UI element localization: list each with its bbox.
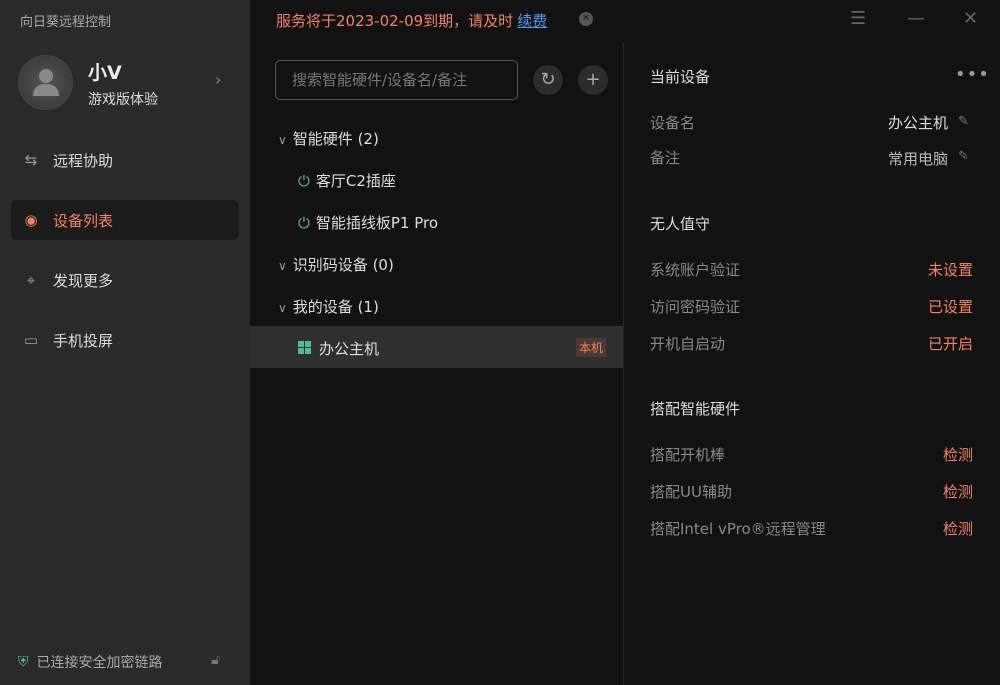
group-id-devices[interactable]: ∨ 识别码设备 (0): [278, 254, 394, 275]
power-icon: ⏻: [298, 172, 310, 190]
expiry-banner: 服务将于2023-02-09到期，请及时续费: [276, 10, 547, 31]
group-label: 智能硬件 (2): [293, 130, 379, 148]
nav-label: 设备列表: [53, 210, 113, 231]
avatar[interactable]: [18, 55, 73, 110]
device-name-label: 设备名: [650, 112, 695, 133]
group-smart-hardware[interactable]: ∨ 智能硬件 (2): [278, 128, 379, 149]
satellite-icon: ⌖: [21, 271, 41, 289]
note-label: 备注: [650, 147, 680, 168]
add-button[interactable]: +: [578, 65, 608, 95]
group-label: 识别码设备 (0): [293, 256, 394, 274]
row-label: 系统账户验证: [650, 259, 740, 280]
chevron-right-icon[interactable]: ›: [215, 70, 221, 89]
nav-screen-cast[interactable]: ▭ 手机投屏: [11, 320, 239, 360]
refresh-button[interactable]: ↻: [533, 65, 563, 95]
remote-assist-icon: ⇆: [21, 151, 41, 169]
nav-label: 手机投屏: [53, 330, 113, 351]
search-input[interactable]: [275, 60, 518, 100]
device-list-icon: ◉: [21, 211, 41, 229]
edit-icon[interactable]: ✎: [958, 114, 969, 129]
row-label: 搭配Intel vPro®远程管理: [650, 518, 826, 539]
security-status: ⛨ 已连接安全加密链路: [18, 652, 163, 672]
row-label: 开机自启动: [650, 333, 725, 354]
chevron-down-icon: ∨: [278, 301, 287, 315]
windows-icon: [298, 341, 311, 354]
hardware-title: 搭配智能硬件: [650, 398, 740, 419]
menu-icon[interactable]: ☰: [850, 8, 866, 29]
row-value[interactable]: 已设置: [928, 296, 973, 317]
security-status-text: 已连接安全加密链路: [37, 652, 163, 672]
banner-close-icon[interactable]: ✕: [579, 12, 593, 26]
item-label: 客厅C2插座: [316, 172, 396, 190]
detect-link[interactable]: 检测: [943, 518, 973, 539]
screen-cast-icon: ▭: [21, 331, 41, 349]
app-title: 向日葵远程控制: [20, 11, 111, 30]
item-label: 智能插线板P1 Pro: [316, 214, 438, 232]
more-icon[interactable]: •••: [955, 64, 990, 85]
detail-title: 当前设备: [650, 66, 710, 87]
list-item[interactable]: ⏻ 智能插线板P1 Pro: [298, 212, 438, 233]
list-item[interactable]: ⏻ 客厅C2插座: [298, 170, 396, 191]
nav-device-list[interactable]: ◉ 设备列表: [11, 200, 239, 240]
detect-link[interactable]: 检测: [943, 481, 973, 502]
row-value[interactable]: 未设置: [928, 259, 973, 280]
note-value: 常用电脑: [888, 148, 948, 169]
banner-text: 服务将于2023-02-09到期，请及时: [276, 12, 513, 30]
user-name: 小V: [88, 58, 122, 85]
item-label: 办公主机: [319, 338, 379, 359]
minimize-icon[interactable]: —: [907, 8, 925, 29]
close-icon[interactable]: ✕: [963, 8, 978, 29]
user-icon: [31, 66, 61, 98]
renew-link[interactable]: 续费: [517, 12, 547, 30]
chevron-down-icon: ∨: [278, 133, 287, 147]
row-value[interactable]: 已开启: [928, 333, 973, 354]
list-item-selected[interactable]: 办公主机 本机: [250, 326, 624, 368]
shield-check-icon: ⛨: [18, 654, 29, 670]
row-label: 搭配UU辅助: [650, 481, 732, 502]
chevron-down-icon: ∨: [278, 259, 287, 273]
user-plan: 游戏版体验: [88, 89, 158, 109]
device-name-value: 办公主机: [888, 112, 948, 133]
nav-label: 远程协助: [53, 150, 113, 171]
detect-link[interactable]: 检测: [943, 444, 973, 465]
power-icon: ⏻: [298, 214, 310, 232]
nav-remote-assist[interactable]: ⇆ 远程协助: [11, 140, 239, 180]
divider: [623, 42, 624, 685]
nav-discover[interactable]: ⌖ 发现更多: [11, 260, 239, 300]
row-label: 访问密码验证: [650, 296, 740, 317]
group-my-devices[interactable]: ∨ 我的设备 (1): [278, 296, 379, 317]
lock-icon[interactable]: 🔓︎: [211, 652, 220, 668]
row-label: 搭配开机棒: [650, 444, 725, 465]
local-badge: 本机: [576, 338, 606, 357]
sidebar: 向日葵远程控制 小V 游戏版体验 › ⇆ 远程协助 ◉ 设备列表 ⌖ 发现更多 ▭ 手机…: [0, 0, 250, 685]
nav-label: 发现更多: [53, 270, 113, 291]
edit-icon[interactable]: ✎: [958, 149, 969, 164]
group-label: 我的设备 (1): [293, 298, 379, 316]
unattended-title: 无人值守: [650, 213, 710, 234]
